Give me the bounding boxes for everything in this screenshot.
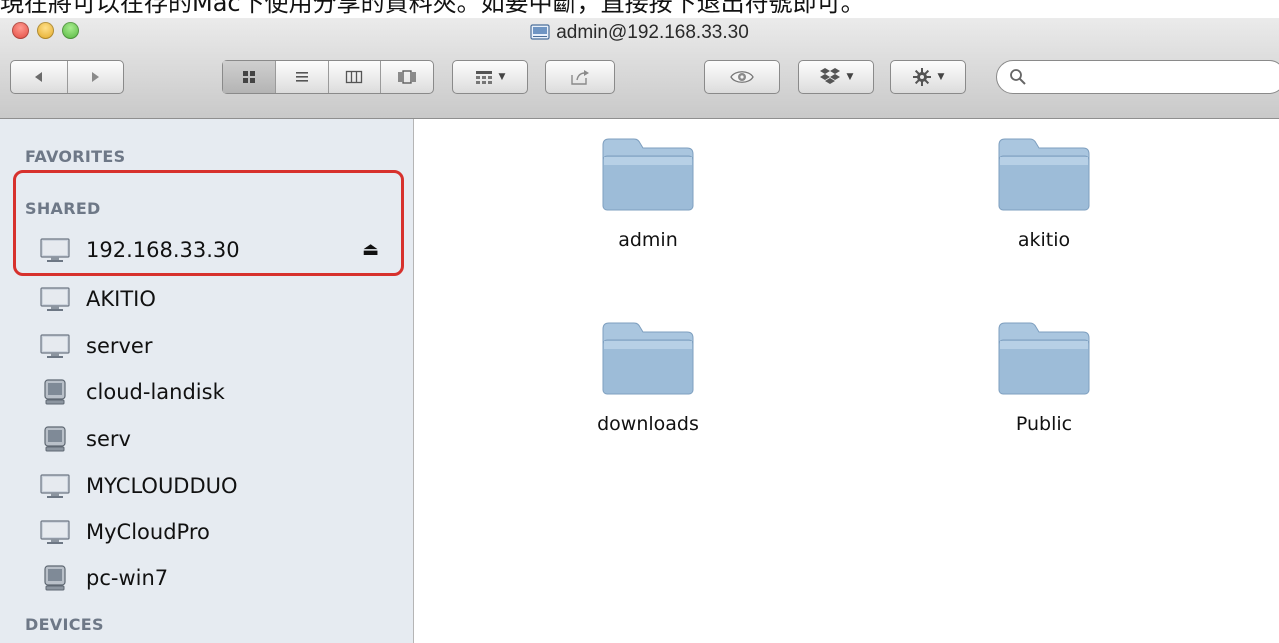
display-icon bbox=[40, 474, 70, 498]
display-icon bbox=[40, 334, 70, 358]
arrange-grid-icon bbox=[475, 71, 492, 84]
forward-button[interactable] bbox=[68, 61, 123, 93]
action-button[interactable]: ▼ bbox=[890, 60, 966, 94]
sidebar-item-serv[interactable]: serv bbox=[40, 424, 131, 454]
search-input[interactable] bbox=[1031, 65, 1275, 91]
sidebar-item-pc-win7[interactable]: pc-win7 bbox=[40, 563, 168, 593]
pc-monitor-icon bbox=[44, 379, 66, 405]
search-field[interactable] bbox=[996, 60, 1279, 94]
search-icon bbox=[1010, 69, 1026, 85]
pc-monitor-icon bbox=[44, 426, 66, 452]
back-button[interactable] bbox=[11, 61, 68, 93]
folder-item-public[interactable]: Public bbox=[944, 319, 1144, 435]
icon-view-button[interactable] bbox=[223, 61, 276, 93]
cover-flow-button[interactable] bbox=[381, 61, 433, 93]
dropbox-button[interactable]: ▼ bbox=[798, 60, 874, 94]
folder-label: akitio bbox=[1017, 229, 1071, 251]
folder-label: admin bbox=[618, 229, 678, 251]
section-favorites: FAVORITES bbox=[25, 147, 126, 166]
back-forward-control bbox=[10, 60, 124, 94]
sidebar-item-label: MyCloudPro bbox=[86, 520, 210, 544]
sidebar-item-label: serv bbox=[86, 427, 131, 451]
title-bar: admin@192.168.33.30 ▼ ▼ ▼ bbox=[0, 18, 1279, 119]
gear-icon bbox=[912, 68, 931, 86]
folder-item-downloads[interactable]: downloads bbox=[548, 319, 748, 435]
folder-item-akitio[interactable]: akitio bbox=[944, 135, 1144, 251]
folder-icon bbox=[602, 322, 694, 395]
folder-item-admin[interactable]: admin bbox=[548, 135, 748, 251]
window-title-text: admin@192.168.33.30 bbox=[556, 22, 749, 43]
sidebar-item-akitio[interactable]: AKITIO bbox=[40, 284, 156, 314]
folder-icon bbox=[602, 138, 694, 211]
highlight-box bbox=[13, 170, 404, 276]
back-arrow-icon bbox=[34, 72, 42, 82]
column-view-icon bbox=[346, 70, 363, 84]
list-view-icon bbox=[295, 72, 308, 82]
folder-icon bbox=[998, 322, 1090, 395]
dropbox-icon bbox=[819, 68, 840, 84]
forward-arrow-icon bbox=[92, 72, 100, 82]
arrange-button[interactable]: ▼ bbox=[452, 60, 528, 94]
view-mode-control bbox=[222, 60, 434, 94]
cover-flow-icon bbox=[398, 70, 416, 84]
display-icon bbox=[40, 287, 70, 311]
chevron-down-icon: ▼ bbox=[498, 72, 506, 82]
share-button[interactable] bbox=[545, 60, 615, 94]
share-icon bbox=[571, 70, 589, 85]
eye-icon bbox=[730, 71, 754, 83]
sidebar-item-label: AKITIO bbox=[86, 287, 156, 311]
sidebar-item-server[interactable]: server bbox=[40, 331, 152, 361]
chevron-down-icon: ▼ bbox=[937, 72, 945, 82]
window-title: admin@192.168.33.30 bbox=[0, 18, 1279, 48]
folder-content: admin akitio downloads Public bbox=[414, 119, 1279, 643]
list-view-button[interactable] bbox=[276, 61, 329, 93]
caption-text: 現在將可以在存的Mac下使用分享的資料夾。如要中斷，直接按下退出符號即可。 bbox=[0, 0, 865, 17]
sidebar-item-label: cloud-landisk bbox=[86, 380, 225, 404]
sidebar-item-label: pc-win7 bbox=[86, 566, 169, 590]
folder-icon bbox=[998, 138, 1090, 211]
sidebar-item-label: MYCLOUDDUO bbox=[86, 474, 238, 498]
pc-monitor-icon bbox=[44, 565, 66, 591]
chevron-down-icon: ▼ bbox=[846, 72, 854, 82]
eject-icon[interactable]: ⏏ bbox=[362, 239, 379, 260]
icon-view-icon bbox=[242, 71, 255, 83]
sidebar-item-myclouddu[interactable]: MYCLOUDDUO bbox=[40, 471, 238, 501]
folder-label: downloads bbox=[597, 413, 699, 435]
folder-label: Public bbox=[1015, 413, 1073, 435]
sidebar-item-mycloudpro[interactable]: MyCloudPro bbox=[40, 517, 210, 547]
page-caption: 現在將可以在存的Mac下使用分享的資料夾。如要中斷，直接按下退出符號即可。 bbox=[0, 0, 1279, 18]
column-view-button[interactable] bbox=[329, 61, 382, 93]
quick-look-button[interactable] bbox=[704, 60, 780, 94]
network-server-icon bbox=[530, 24, 550, 40]
display-icon bbox=[40, 520, 70, 544]
finder-window: admin@192.168.33.30 ▼ ▼ ▼ FAVORITES SHAR… bbox=[0, 18, 1279, 643]
sidebar-item-cloud-landisk[interactable]: cloud-landisk bbox=[40, 377, 225, 407]
section-devices: DEVICES bbox=[25, 615, 104, 634]
sidebar-item-label: server bbox=[86, 334, 153, 358]
